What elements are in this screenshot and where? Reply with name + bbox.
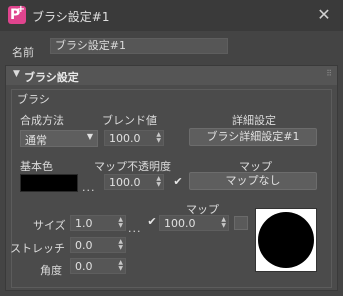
base-color-swatch[interactable] — [20, 174, 78, 192]
angle-label: 角度 — [40, 264, 62, 277]
blend-mode-label: 合成方法 — [20, 114, 64, 127]
detail-settings-label: 詳細設定 — [232, 114, 276, 127]
blend-mode-value: 通常 — [25, 134, 47, 147]
title-bar[interactable]: P + ブラシ設定#1 ✕ — [0, 0, 343, 31]
size-spinner[interactable]: 1.0 ▲ ▼ — [70, 215, 126, 231]
map-none-button[interactable]: マップなし — [189, 172, 317, 190]
blend-value-spinner[interactable]: 100.0 ▲ ▼ — [104, 130, 164, 146]
rollout-header[interactable]: ▼ ブラシ設定 ⠿ — [6, 66, 337, 85]
map-opacity-checkbox[interactable]: ✔ — [172, 176, 184, 188]
map-opacity-value: 100.0 — [109, 176, 141, 189]
base-color-label: 基本色 — [20, 160, 53, 173]
spinner-arrows-icon[interactable]: ▲ ▼ — [118, 239, 123, 251]
spinner-arrows-icon[interactable]: ▲ ▼ — [118, 260, 123, 272]
size-value: 1.0 — [75, 217, 93, 230]
brush-preview — [255, 208, 317, 272]
map-value: 100.0 — [164, 217, 196, 230]
name-label: 名前 — [12, 46, 34, 59]
stretch-label: ストレッチ — [10, 242, 65, 255]
spinner-arrows-icon[interactable]: ▲ ▼ — [118, 217, 123, 229]
chevron-down-icon: ▼ — [86, 132, 93, 141]
brush-detail-button[interactable]: ブラシ詳細設定#1 — [189, 128, 317, 146]
close-button[interactable]: ✕ — [315, 6, 333, 24]
angle-spinner[interactable]: 0.0 ▲ ▼ — [70, 258, 126, 274]
blend-value-value: 100.0 — [109, 132, 141, 145]
base-color-more-button[interactable]: ... — [82, 181, 96, 194]
brush-settings-rollout: ▼ ブラシ設定 ⠿ ブラシ 合成方法 ブレンド値 詳細設定 通常 ▼ 100.0… — [5, 65, 338, 291]
rollout-title: ブラシ設定 — [24, 71, 79, 84]
app-icon: P + — [8, 4, 26, 24]
size-map-checkbox[interactable]: ✔ — [146, 216, 158, 228]
brush-group-title: ブラシ — [15, 91, 52, 107]
spinner-arrows-icon[interactable]: ▲ ▼ — [156, 176, 161, 188]
angle-value: 0.0 — [75, 260, 93, 273]
stretch-spinner[interactable]: 0.0 ▲ ▼ — [70, 237, 126, 253]
size-more-button[interactable]: ... — [128, 222, 142, 235]
collapse-icon[interactable]: ▼ — [13, 69, 20, 79]
grip-icon[interactable]: ⠿ — [326, 69, 332, 78]
map-opacity-spinner[interactable]: 100.0 ▲ ▼ — [104, 174, 164, 190]
stretch-value: 0.0 — [75, 239, 93, 252]
name-input[interactable]: ブラシ設定#1 — [50, 38, 228, 54]
blend-mode-dropdown[interactable]: 通常 ▼ — [20, 130, 98, 147]
brush-shape-preview — [258, 212, 314, 268]
map-opacity-label: マップ不透明度 — [94, 160, 171, 173]
blend-value-label: ブレンド値 — [102, 114, 157, 127]
size-label: サイズ — [33, 219, 66, 232]
brush-settings-window: P + ブラシ設定#1 ✕ 名前 ブラシ設定#1 ▼ ブラシ設定 ⠿ ブラシ 合成… — [0, 0, 343, 296]
window-title: ブラシ設定#1 — [32, 10, 110, 24]
spinner-arrows-icon[interactable]: ▲ ▼ — [221, 217, 226, 229]
map-select-button[interactable] — [234, 216, 248, 230]
map-value-spinner[interactable]: 100.0 ▲ ▼ — [159, 215, 229, 231]
spinner-arrows-icon[interactable]: ▲ ▼ — [156, 132, 161, 144]
